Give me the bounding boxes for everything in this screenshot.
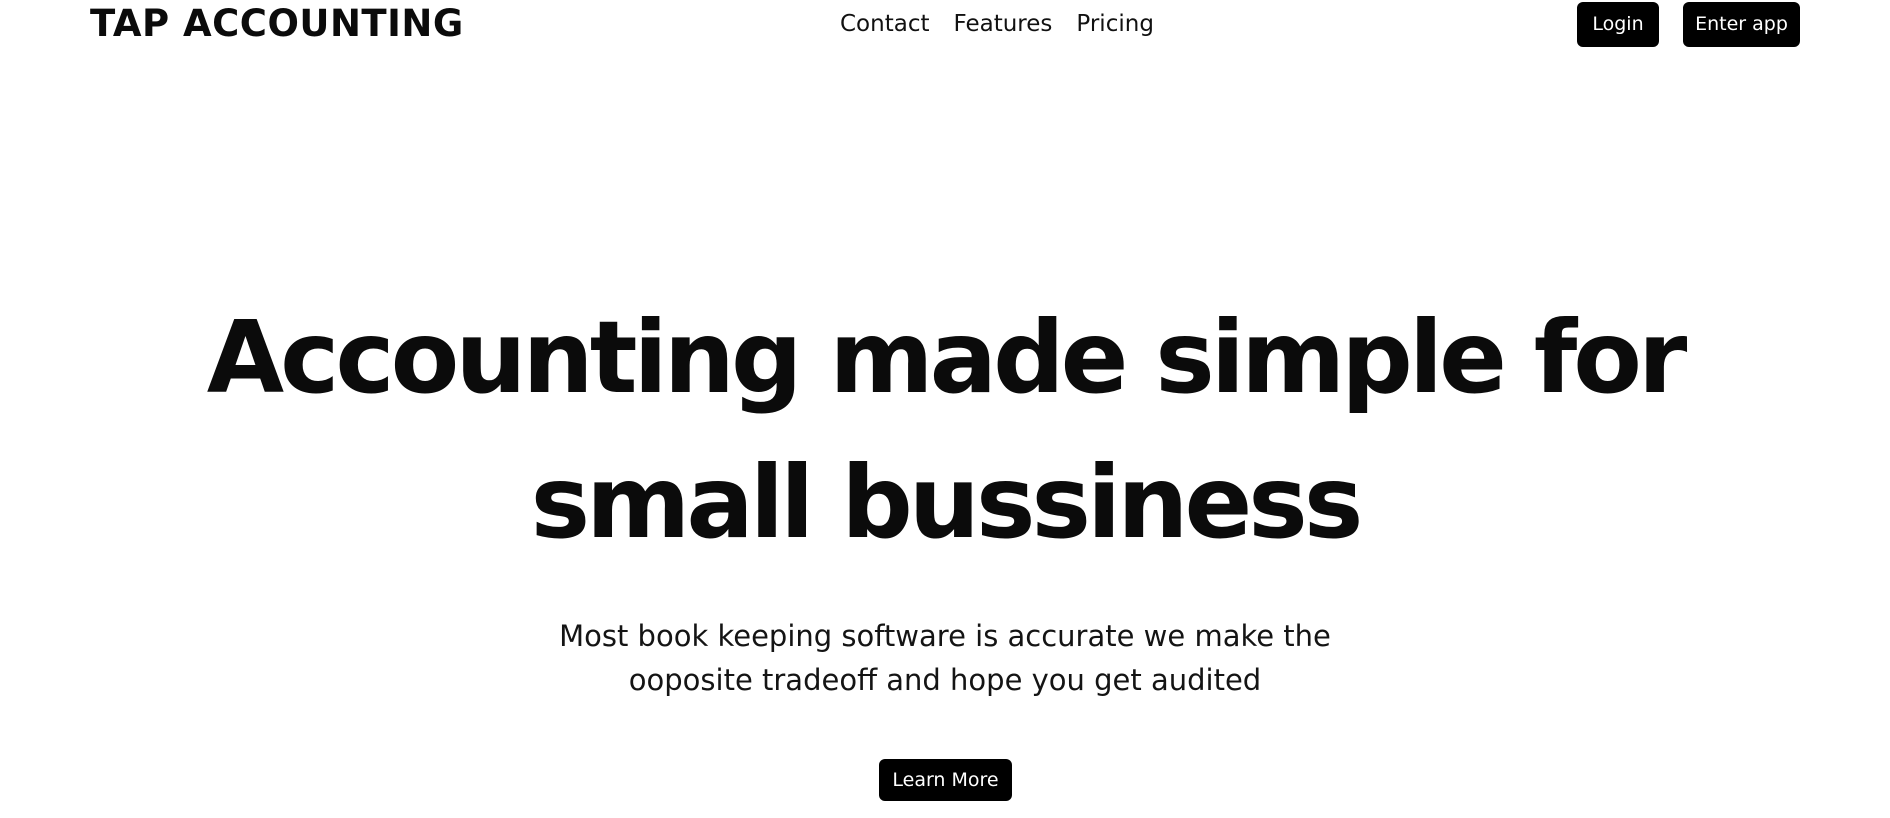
- hero-subtitle: Most book keeping software is accurate w…: [559, 619, 1331, 697]
- hero-title: Accounting made simple for small bussine…: [206, 299, 1688, 561]
- login-button[interactable]: Login: [1577, 2, 1659, 47]
- landing-page: TAP ACCOUNTING Contact Features Pricing …: [0, 0, 1890, 818]
- site-header: TAP ACCOUNTING Contact Features Pricing …: [0, 0, 1890, 50]
- nav-link-contact[interactable]: Contact: [840, 8, 929, 40]
- nav-link-pricing[interactable]: Pricing: [1076, 8, 1154, 40]
- learn-more-button[interactable]: Learn More: [879, 759, 1012, 801]
- brand-logo-text[interactable]: TAP ACCOUNTING: [90, 1, 464, 47]
- nav-link-features[interactable]: Features: [953, 8, 1052, 40]
- main-nav: Contact Features Pricing: [840, 8, 1154, 40]
- enter-app-button[interactable]: Enter app: [1683, 2, 1800, 47]
